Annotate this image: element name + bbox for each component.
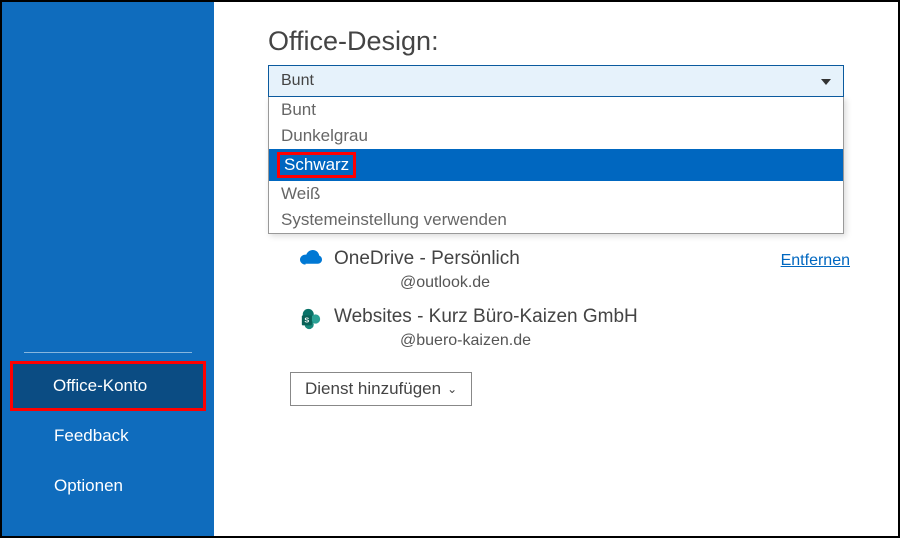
- sidebar-item-office-konto[interactable]: Office-Konto: [10, 361, 206, 411]
- chevron-down-icon: [821, 72, 831, 90]
- sidebar-item-optionen[interactable]: Optionen: [2, 461, 214, 511]
- remove-link[interactable]: Entfernen: [781, 252, 850, 270]
- office-design-dropdown[interactable]: Bunt: [268, 65, 844, 97]
- svg-text:S: S: [304, 316, 309, 325]
- service-row-websites: S Websites - Kurz Büro-Kaizen GmbH @buer…: [268, 306, 844, 350]
- dropdown-list: Bunt Dunkelgrau Schwarz Weiß Systemeinst…: [268, 97, 844, 234]
- service-name: Websites - Kurz Büro-Kaizen GmbH: [334, 306, 844, 328]
- add-service-button[interactable]: Dienst hinzufügen ⌄: [290, 372, 472, 406]
- dropdown-option-bunt[interactable]: Bunt: [269, 97, 843, 123]
- section-title: Office-Design:: [268, 26, 844, 57]
- sidebar-divider: [24, 352, 192, 353]
- service-info: Websites - Kurz Büro-Kaizen GmbH @buero-…: [334, 306, 844, 350]
- service-info: OneDrive - Persönlich @outlook.de: [334, 248, 781, 292]
- sidebar-item-label: Office-Konto: [53, 376, 147, 395]
- sidebar-item-feedback[interactable]: Feedback: [2, 411, 214, 461]
- dropdown-option-dunkelgrau[interactable]: Dunkelgrau: [269, 123, 843, 149]
- dropdown-option-system[interactable]: Systemeinstellung verwenden: [269, 207, 843, 233]
- dropdown-selected-value: Bunt: [281, 72, 314, 90]
- sidebar-item-label: Feedback: [54, 426, 129, 445]
- sharepoint-icon: S: [300, 308, 322, 330]
- service-name: OneDrive - Persönlich: [334, 248, 781, 270]
- add-service-label: Dienst hinzufügen: [305, 379, 441, 399]
- service-row-onedrive: OneDrive - Persönlich @outlook.de Entfer…: [268, 248, 844, 292]
- chevron-down-icon: ⌄: [447, 382, 457, 396]
- service-detail: @outlook.de: [334, 274, 781, 292]
- onedrive-icon: [300, 250, 322, 272]
- dropdown-option-weiss[interactable]: Weiß: [269, 181, 843, 207]
- service-detail: @buero-kaizen.de: [334, 332, 844, 350]
- sidebar-item-label: Optionen: [54, 476, 123, 495]
- dropdown-option-schwarz[interactable]: Schwarz: [269, 149, 843, 181]
- main-content: Office-Design: Bunt Bunt Dunkelgrau Schw…: [214, 2, 898, 536]
- sidebar: Office-Konto Feedback Optionen: [2, 2, 214, 536]
